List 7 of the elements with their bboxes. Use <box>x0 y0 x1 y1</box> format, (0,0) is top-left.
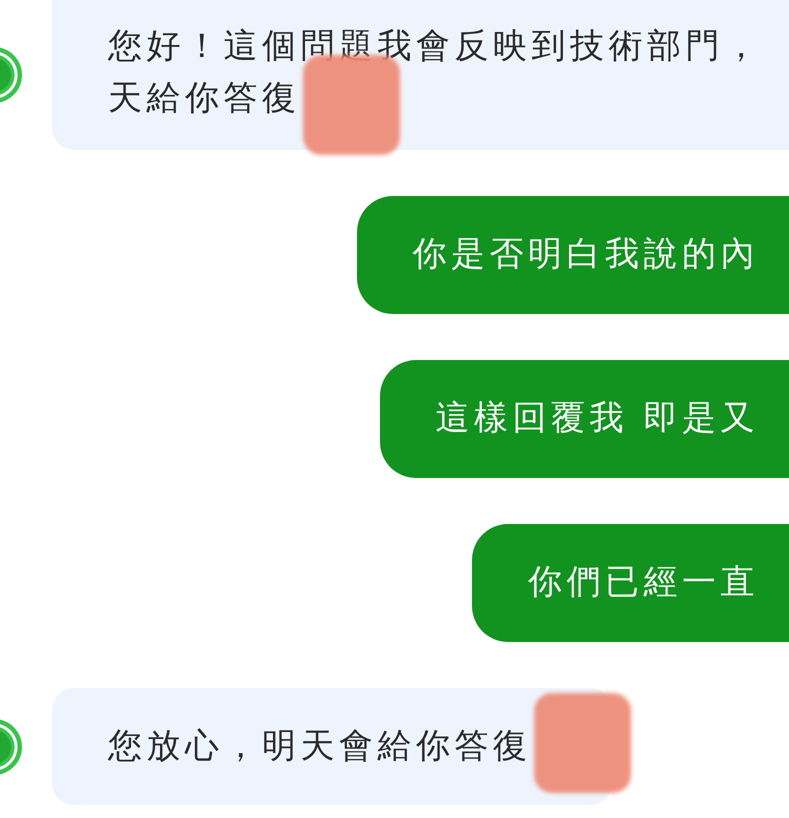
message-text: 你是否明白我說的內 <box>412 234 759 275</box>
message-text: 你們已經一直 <box>528 562 759 603</box>
message-text: 您好！這個問題我會反映到技術部門， 天給你答復 <box>108 25 764 120</box>
avatar-icon <box>0 716 24 776</box>
message-text: 您放心，明天會給你答復 <box>108 726 532 767</box>
avatar-icon <box>0 45 24 105</box>
message-text: 這樣回覆我 即是又 <box>436 398 759 439</box>
